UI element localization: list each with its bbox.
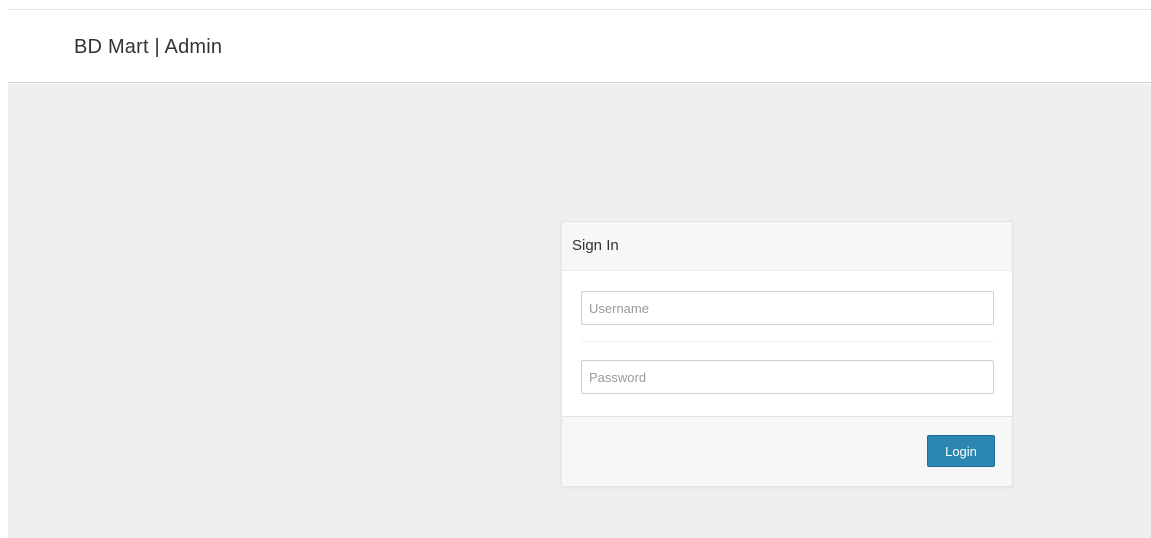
password-input[interactable] bbox=[581, 360, 994, 394]
page: BD Mart | Admin Sign In Login bbox=[0, 0, 1151, 538]
signin-panel: Sign In Login bbox=[561, 221, 1013, 487]
signin-title: Sign In bbox=[572, 237, 619, 254]
top-navbar: BD Mart | Admin bbox=[8, 9, 1151, 83]
main-content: Sign In Login bbox=[8, 84, 1151, 538]
login-button[interactable]: Login bbox=[927, 435, 995, 467]
brand-title[interactable]: BD Mart | Admin bbox=[74, 36, 222, 59]
username-input[interactable] bbox=[581, 291, 994, 325]
field-divider bbox=[581, 341, 994, 342]
signin-panel-header: Sign In bbox=[562, 222, 1012, 271]
signin-panel-footer: Login bbox=[562, 416, 1012, 486]
